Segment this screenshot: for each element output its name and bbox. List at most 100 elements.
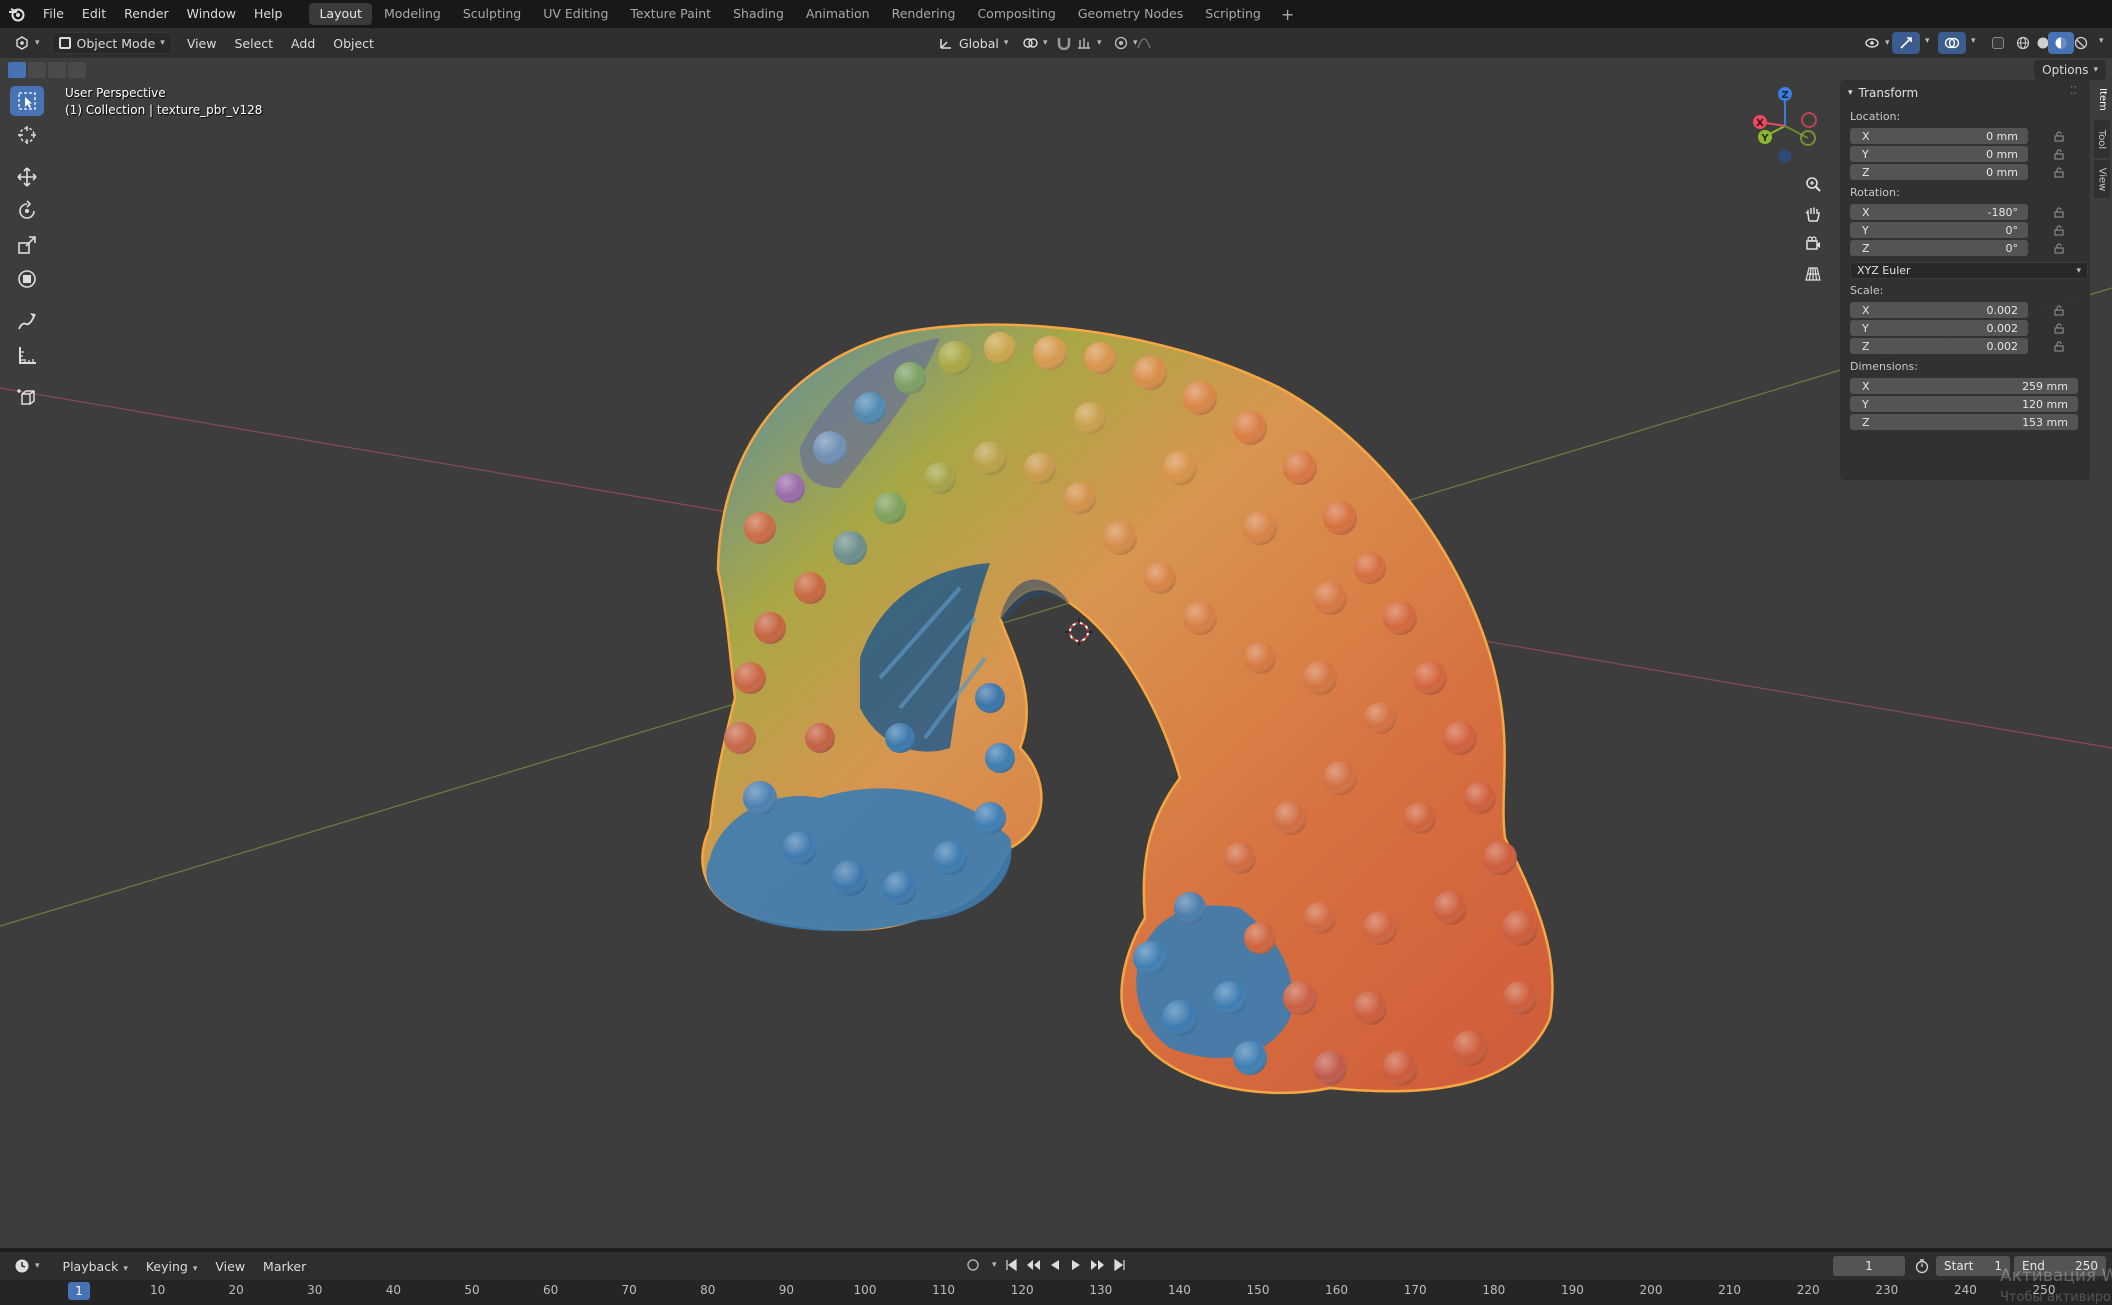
jump-start-icon[interactable] — [1004, 1258, 1018, 1272]
play-icon[interactable] — [1069, 1258, 1083, 1272]
navigation-gizmo[interactable]: Z X Y — [1745, 86, 1825, 166]
current-frame-field[interactable]: 1 — [1833, 1256, 1905, 1276]
menu-help[interactable]: Help — [245, 0, 292, 28]
rotation-z-field[interactable]: Z 0° — [1850, 240, 2028, 256]
add-workspace-button[interactable]: + — [1273, 5, 1302, 24]
tab-shading[interactable]: Shading — [723, 3, 794, 25]
tab-uv-editing[interactable]: UV Editing — [533, 3, 618, 25]
lock-icon[interactable] — [2053, 340, 2065, 352]
dimensions-y-field[interactable]: Y 120 mm — [1850, 396, 2078, 412]
3d-cursor-icon[interactable] — [1065, 618, 1093, 646]
jump-end-icon[interactable] — [1113, 1258, 1127, 1272]
location-x-field[interactable]: X 0 mm — [1850, 128, 2028, 144]
lock-icon[interactable] — [2053, 224, 2065, 236]
xray-toggle[interactable] — [1986, 32, 2010, 54]
sidebar-tab-tool[interactable]: Tool — [2094, 120, 2110, 158]
tab-texture-paint[interactable]: Texture Paint — [620, 3, 721, 25]
tool-cursor[interactable] — [10, 120, 44, 150]
tool-measure[interactable] — [10, 340, 44, 370]
tab-animation[interactable]: Animation — [796, 3, 880, 25]
zoom-button[interactable] — [1799, 170, 1827, 198]
tool-rotate[interactable] — [10, 196, 44, 226]
tool-scale[interactable] — [10, 230, 44, 260]
menu-playback[interactable]: Playback ▾ — [54, 1259, 137, 1274]
menu-render[interactable]: Render — [115, 0, 178, 28]
gizmo-toggle[interactable] — [1892, 32, 1920, 54]
tool-transform[interactable] — [10, 264, 44, 294]
menu-marker[interactable]: Marker — [254, 1259, 315, 1274]
scale-x-field[interactable]: X 0.002 — [1850, 302, 2028, 318]
location-z-field[interactable]: Z 0 mm — [1850, 164, 2028, 180]
shading-dropdown-icon[interactable]: ▾ — [2099, 36, 2104, 46]
stopwatch-icon[interactable] — [1914, 1258, 1930, 1274]
menu-keying[interactable]: Keying ▾ — [137, 1259, 207, 1274]
select-mode-intersect[interactable] — [68, 62, 86, 78]
location-y-field[interactable]: Y 0 mm — [1850, 146, 2028, 162]
overlays-toggle[interactable] — [1938, 32, 1966, 54]
chevron-down-icon[interactable]: ▾ — [992, 1260, 997, 1270]
tab-compositing[interactable]: Compositing — [967, 3, 1065, 25]
gizmo-neg-x-axis[interactable] — [1801, 112, 1817, 128]
tab-scripting[interactable]: Scripting — [1195, 3, 1271, 25]
camera-view-button[interactable] — [1799, 230, 1827, 258]
timeline-ruler[interactable]: 1 10 20 30 40 50 60 70 80 90 100 110 120 130 140 150 16… — [0, 1280, 2112, 1305]
gizmo-dropdown-icon[interactable]: ▾ — [1925, 36, 1930, 46]
dimensions-z-field[interactable]: Z 153 mm — [1850, 414, 2078, 430]
auto-keying-icon[interactable] — [966, 1258, 980, 1272]
menu-edit[interactable]: Edit — [73, 0, 115, 28]
rotation-mode-select[interactable]: XYZ Euler ▾ — [1850, 262, 2088, 279]
sidebar-tab-view[interactable]: View — [2094, 160, 2110, 198]
tab-geometry-nodes[interactable]: Geometry Nodes — [1068, 3, 1193, 25]
perspective-toggle-button[interactable] — [1799, 260, 1827, 288]
prev-keyframe-icon[interactable] — [1025, 1258, 1041, 1272]
timeline-editor-type-button[interactable]: ▾ — [8, 1255, 46, 1277]
lock-icon[interactable] — [2053, 206, 2065, 218]
transform-orientation-select[interactable]: Global ▾ — [932, 32, 1014, 54]
playhead[interactable]: 1 — [68, 1282, 90, 1300]
menu-select[interactable]: Select — [225, 36, 282, 51]
lock-icon[interactable] — [2053, 130, 2065, 142]
drag-handle-icon[interactable]: ⁚⁚ — [2070, 84, 2077, 97]
select-mode-extend[interactable] — [28, 62, 46, 78]
menu-window[interactable]: Window — [178, 0, 245, 28]
play-reverse-icon[interactable] — [1048, 1258, 1062, 1272]
pivot-point-select[interactable]: ▾ — [1016, 32, 1054, 54]
select-mode-subtract[interactable] — [48, 62, 66, 78]
overlays-dropdown-icon[interactable]: ▾ — [1971, 36, 1976, 46]
lock-icon[interactable] — [2053, 166, 2065, 178]
dimensions-x-field[interactable]: X 259 mm — [1850, 378, 2078, 394]
start-frame-field[interactable]: Start 1 — [1936, 1256, 2010, 1276]
lock-icon[interactable] — [2053, 242, 2065, 254]
rotation-y-field[interactable]: Y 0° — [1850, 222, 2028, 238]
tool-move[interactable] — [10, 162, 44, 192]
pan-button[interactable] — [1799, 200, 1827, 228]
snap-target-select[interactable]: ▾ — [1070, 32, 1108, 54]
tab-sculpting[interactable]: Sculpting — [453, 3, 531, 25]
proportional-falloff-select[interactable] — [1130, 32, 1158, 54]
menu-add[interactable]: Add — [282, 36, 324, 51]
tab-modeling[interactable]: Modeling — [374, 3, 451, 25]
tool-add-cube[interactable] — [10, 382, 44, 412]
lock-icon[interactable] — [2053, 148, 2065, 160]
menu-file[interactable]: File — [34, 0, 73, 28]
scale-y-field[interactable]: Y 0.002 — [1850, 320, 2028, 336]
3d-viewport[interactable]: Options ▾ User Perspective (1) Collectio… — [0, 58, 2112, 1248]
menu-object[interactable]: Object — [324, 36, 383, 51]
sidebar-tab-item[interactable]: Item — [2094, 80, 2110, 118]
blender-logo-icon[interactable] — [0, 0, 34, 28]
rotation-x-field[interactable]: X -180° — [1850, 204, 2028, 220]
scene-canvas[interactable] — [0, 58, 2112, 1248]
shading-rendered[interactable] — [2068, 32, 2094, 54]
menu-view[interactable]: View — [178, 36, 226, 51]
tool-select-box[interactable] — [10, 86, 44, 116]
lock-icon[interactable] — [2053, 322, 2065, 334]
tool-annotate[interactable] — [10, 306, 44, 336]
editor-type-button[interactable]: ▾ — [8, 32, 46, 54]
visibility-select[interactable]: ▾ — [1858, 32, 1896, 54]
scale-z-field[interactable]: Z 0.002 — [1850, 338, 2028, 354]
transform-panel-header[interactable]: ▾ Transform — [1848, 86, 1918, 100]
options-button[interactable]: Options ▾ — [2034, 60, 2106, 80]
menu-timeline-view[interactable]: View — [206, 1259, 254, 1274]
gizmo-neg-z-axis[interactable] — [1778, 149, 1792, 163]
tab-layout[interactable]: Layout — [309, 3, 372, 25]
